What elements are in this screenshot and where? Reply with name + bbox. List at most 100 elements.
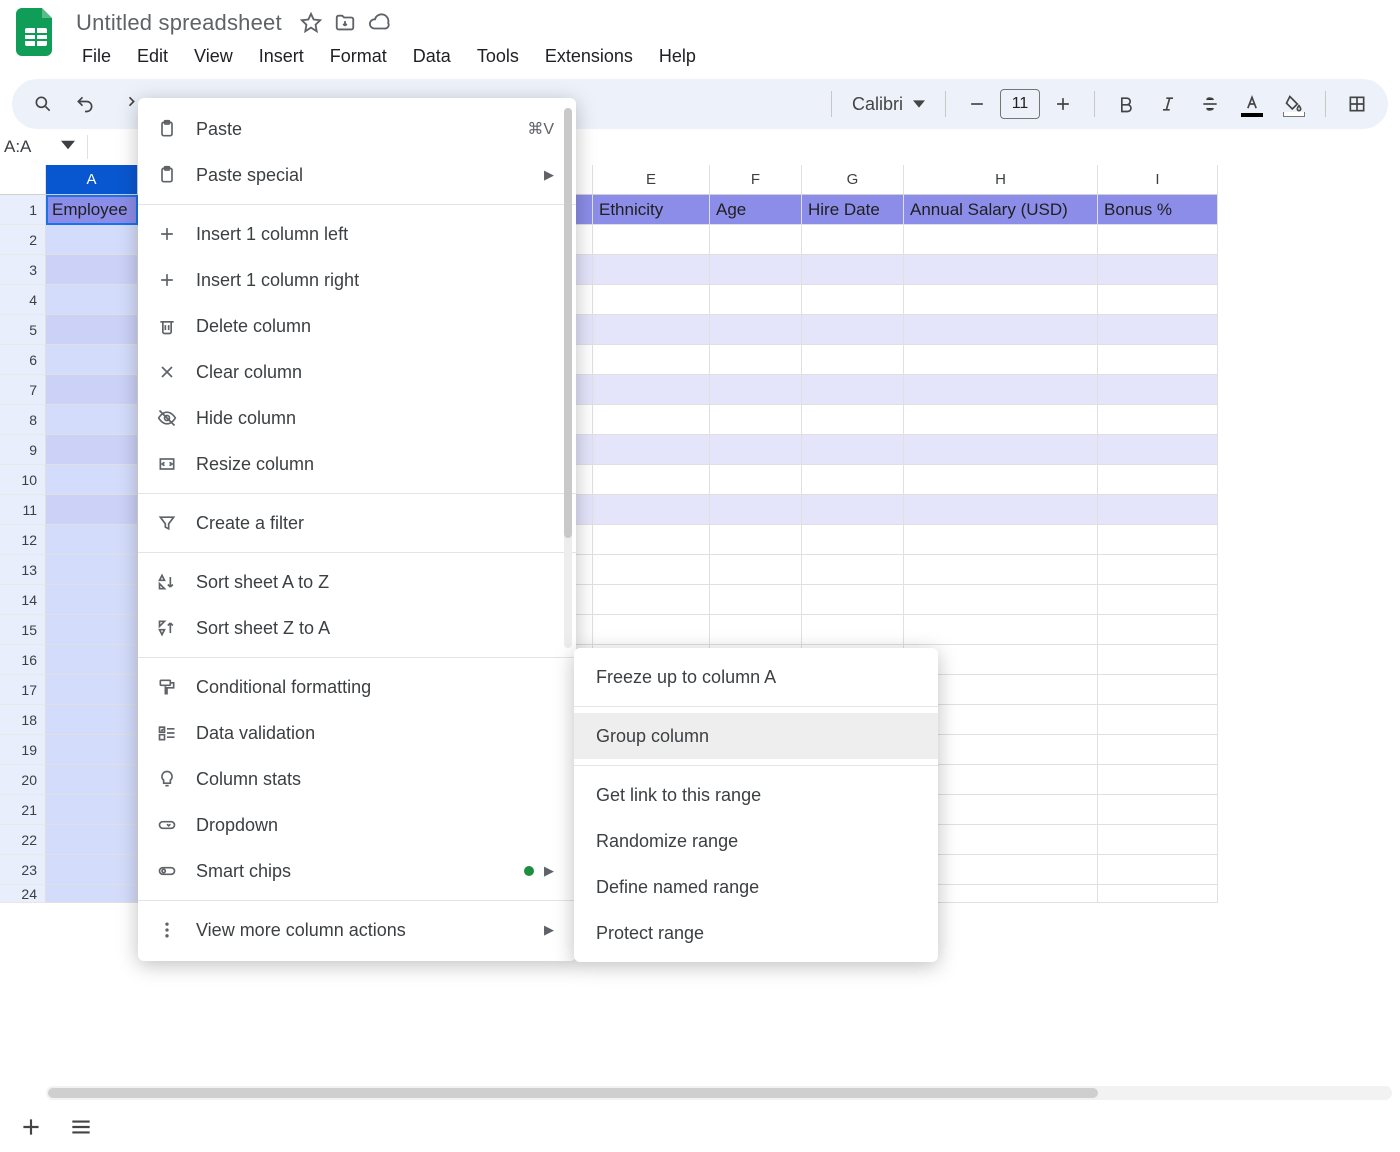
cell[interactable] <box>1098 855 1218 885</box>
cell[interactable] <box>1098 375 1218 405</box>
cell[interactable] <box>1098 555 1218 585</box>
cell[interactable] <box>710 255 802 285</box>
horizontal-scrollbar[interactable] <box>46 1086 1392 1100</box>
cell[interactable] <box>802 555 904 585</box>
cell[interactable] <box>593 255 710 285</box>
cell[interactable] <box>904 525 1098 555</box>
cell[interactable] <box>1098 435 1218 465</box>
cell[interactable] <box>802 225 904 255</box>
cell[interactable] <box>802 285 904 315</box>
cell[interactable] <box>593 555 710 585</box>
undo-icon[interactable] <box>68 87 102 121</box>
name-box[interactable]: A:A <box>0 137 87 157</box>
cell[interactable] <box>593 375 710 405</box>
menu-tools[interactable]: Tools <box>465 40 531 73</box>
row-header[interactable]: 21 <box>0 795 46 825</box>
cell[interactable] <box>802 465 904 495</box>
row-header[interactable]: 23 <box>0 855 46 885</box>
row-header[interactable]: 10 <box>0 465 46 495</box>
cell[interactable] <box>710 345 802 375</box>
row-header[interactable]: 13 <box>0 555 46 585</box>
cell[interactable] <box>46 645 138 675</box>
borders-icon[interactable] <box>1340 87 1374 121</box>
cell[interactable] <box>904 285 1098 315</box>
cell[interactable] <box>593 315 710 345</box>
cell[interactable] <box>46 225 138 255</box>
cell[interactable] <box>46 765 138 795</box>
cell[interactable] <box>593 525 710 555</box>
cell[interactable] <box>904 255 1098 285</box>
cell[interactable] <box>1098 825 1218 855</box>
ctx-conditional-formatting[interactable]: Conditional formatting <box>138 664 576 710</box>
increase-font-size-icon[interactable] <box>1046 87 1080 121</box>
cell[interactable] <box>46 585 138 615</box>
ctx-hide-column[interactable]: Hide column <box>138 395 576 441</box>
cell[interactable] <box>1098 795 1218 825</box>
cell[interactable] <box>46 525 138 555</box>
menu-file[interactable]: File <box>70 40 123 73</box>
cell[interactable] <box>710 435 802 465</box>
menu-view[interactable]: View <box>182 40 245 73</box>
cell[interactable] <box>593 225 710 255</box>
cell[interactable] <box>1098 765 1218 795</box>
row-header[interactable]: 1 <box>0 195 46 225</box>
row-header[interactable]: 20 <box>0 765 46 795</box>
cell[interactable] <box>1098 735 1218 765</box>
cell[interactable] <box>46 345 138 375</box>
cell[interactable] <box>1098 345 1218 375</box>
row-header[interactable]: 15 <box>0 615 46 645</box>
row-header[interactable]: 2 <box>0 225 46 255</box>
ctx-create-filter[interactable]: Create a filter <box>138 500 576 546</box>
cell[interactable] <box>1098 255 1218 285</box>
sub-define-named-range[interactable]: Define named range <box>574 864 938 910</box>
cell[interactable] <box>802 255 904 285</box>
row-header[interactable]: 9 <box>0 435 46 465</box>
font-selector[interactable]: Calibri <box>846 94 931 115</box>
ctx-smart-chips[interactable]: Smart chips ▶ <box>138 848 576 894</box>
ctx-insert-right[interactable]: Insert 1 column right <box>138 257 576 303</box>
decrease-font-size-icon[interactable] <box>960 87 994 121</box>
cell[interactable] <box>802 525 904 555</box>
ctx-data-validation[interactable]: Data validation <box>138 710 576 756</box>
italic-icon[interactable] <box>1151 87 1185 121</box>
row-header[interactable]: 16 <box>0 645 46 675</box>
cell[interactable] <box>593 585 710 615</box>
cell[interactable] <box>1098 315 1218 345</box>
cell[interactable] <box>46 285 138 315</box>
text-color-icon[interactable] <box>1235 87 1269 121</box>
cell[interactable] <box>593 405 710 435</box>
row-header[interactable]: 12 <box>0 525 46 555</box>
all-sheets-icon[interactable] <box>68 1114 94 1140</box>
cell[interactable] <box>46 615 138 645</box>
cell[interactable] <box>802 405 904 435</box>
cell[interactable] <box>1098 285 1218 315</box>
cell[interactable] <box>710 495 802 525</box>
cell[interactable]: Hire Date <box>802 195 904 225</box>
move-folder-icon[interactable] <box>334 12 356 34</box>
cell[interactable] <box>1098 615 1218 645</box>
ctx-delete-column[interactable]: Delete column <box>138 303 576 349</box>
font-size-input[interactable]: 11 <box>1000 89 1040 119</box>
ctx-sort-az[interactable]: Sort sheet A to Z <box>138 559 576 605</box>
scrollbar-thumb[interactable] <box>564 108 572 538</box>
cell[interactable] <box>1098 885 1218 903</box>
cell[interactable] <box>593 435 710 465</box>
row-header[interactable]: 19 <box>0 735 46 765</box>
cell[interactable] <box>1098 525 1218 555</box>
cell[interactable] <box>46 855 138 885</box>
menu-scrollbar[interactable] <box>564 108 572 648</box>
select-all-corner[interactable] <box>0 165 46 195</box>
cell[interactable] <box>46 495 138 525</box>
cell[interactable] <box>904 345 1098 375</box>
add-sheet-icon[interactable] <box>18 1114 44 1140</box>
row-header[interactable]: 11 <box>0 495 46 525</box>
cell[interactable] <box>904 435 1098 465</box>
ctx-dropdown[interactable]: Dropdown <box>138 802 576 848</box>
ctx-resize-column[interactable]: Resize column <box>138 441 576 487</box>
cell[interactable] <box>1098 645 1218 675</box>
cell[interactable] <box>904 375 1098 405</box>
strikethrough-icon[interactable] <box>1193 87 1227 121</box>
ctx-sort-za[interactable]: Sort sheet Z to A <box>138 605 576 651</box>
sub-freeze-column[interactable]: Freeze up to column A <box>574 654 938 700</box>
cell[interactable] <box>904 555 1098 585</box>
